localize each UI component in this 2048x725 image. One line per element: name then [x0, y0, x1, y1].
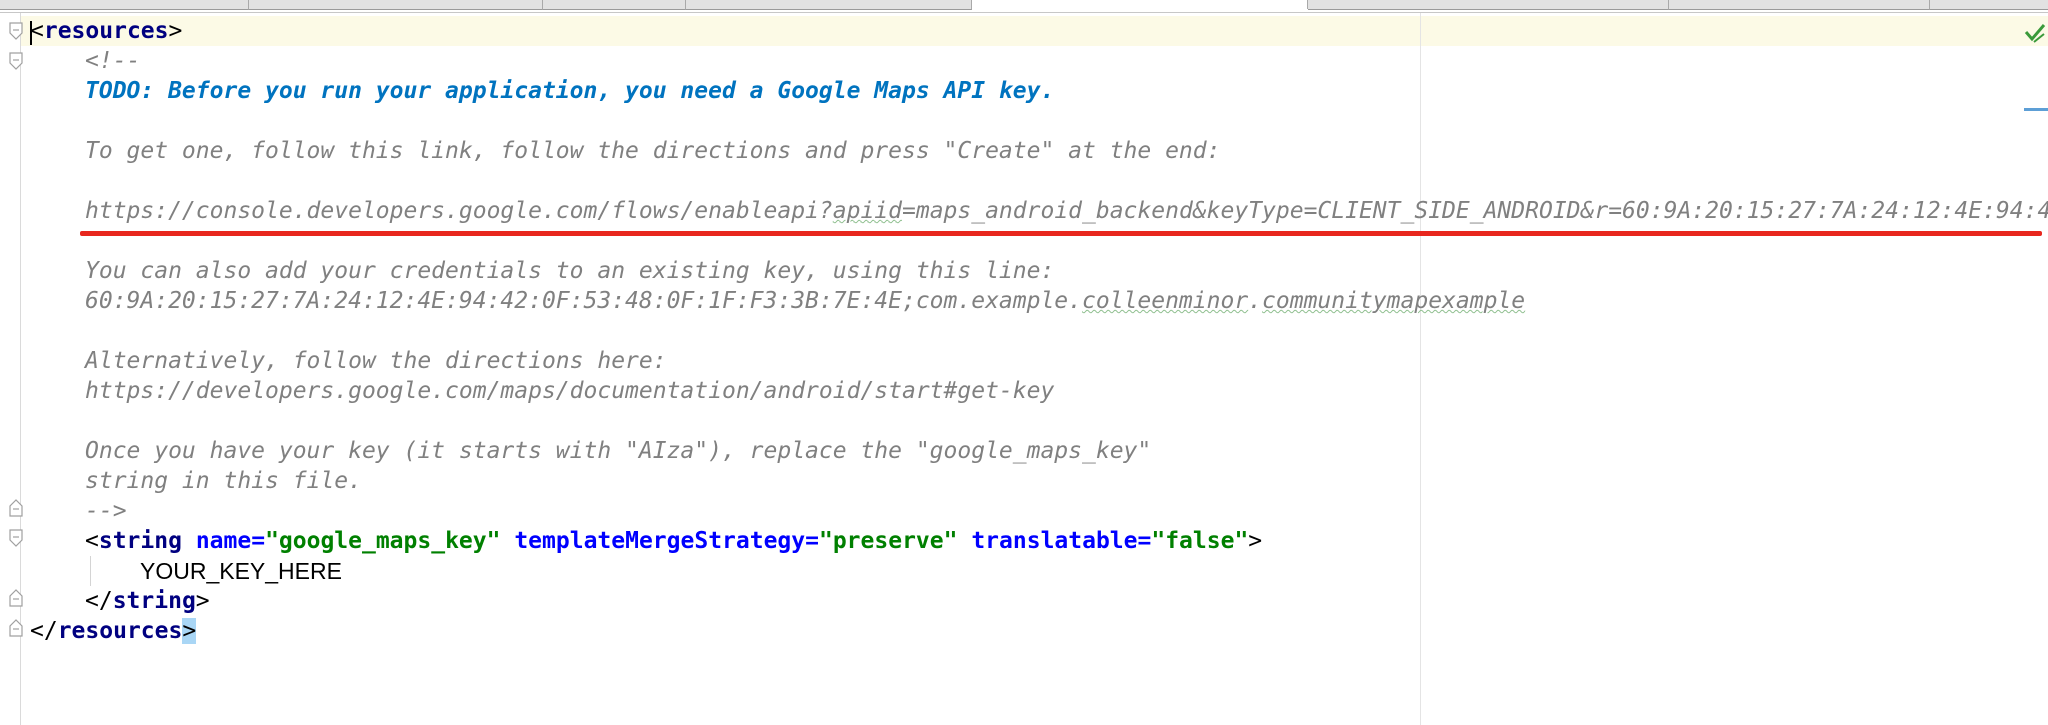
bracket: >	[168, 18, 183, 44]
spelling-flagged-text: apiid	[832, 198, 902, 224]
code-line[interactable]: <resources>	[30, 16, 182, 46]
fold-marker-icon[interactable]	[9, 589, 23, 607]
fold-marker-icon[interactable]	[9, 529, 23, 547]
bracket: <	[30, 18, 44, 44]
fold-marker-icon[interactable]	[9, 499, 23, 517]
code-line-url[interactable]: https://console.developers.google.com/fl…	[85, 196, 2048, 226]
bracket: </	[85, 588, 113, 614]
attribute-equals: =	[1137, 528, 1152, 554]
tag-name: string	[112, 588, 196, 614]
check-icon[interactable]	[2024, 22, 2046, 46]
tag-name: resources	[43, 18, 169, 44]
editor-tab[interactable]	[543, 0, 686, 10]
code-line[interactable]: </resources>	[30, 616, 197, 646]
code-line[interactable]: To get one, follow this link, follow the…	[85, 136, 1220, 166]
bracket: <	[85, 528, 99, 554]
url-text: https://console.developers.google.com/fl…	[85, 198, 833, 224]
code-line[interactable]: Once you have your key (it starts with "…	[85, 436, 1151, 466]
editor-tab[interactable]	[0, 0, 249, 10]
url-text: =maps_android_backend&keyType=CLIENT_SID…	[902, 198, 2048, 224]
editor-tab[interactable]	[249, 0, 543, 10]
code-line[interactable]: You can also add your credentials to an …	[85, 256, 1054, 286]
right-margin-guide	[1420, 13, 1421, 725]
spelling-flagged-text: communitymapexample	[1262, 288, 1526, 314]
dot: .	[1248, 288, 1263, 314]
editor-tab-active[interactable]	[972, 0, 1308, 9]
code-line[interactable]: </string>	[85, 586, 210, 616]
attribute-name: name	[195, 528, 252, 554]
fold-marker-icon[interactable]	[9, 22, 23, 40]
code-line-string-tag[interactable]: <string name="google_maps_key" templateM…	[85, 526, 1262, 556]
code-line[interactable]: Alternatively, follow the directions her…	[85, 346, 667, 376]
credential-text: 60:9A:20:15:27:7A:24:12:4E:94:42:0F:53:4…	[85, 288, 1082, 314]
attribute-value: "preserve"	[818, 528, 958, 554]
code-line[interactable]: string in this file.	[85, 466, 362, 496]
attribute-name: translatable	[971, 528, 1138, 554]
tag-name: string	[98, 528, 182, 554]
editor-tab[interactable]	[1308, 0, 1669, 10]
bracket: >	[195, 588, 210, 614]
matched-bracket: >	[182, 618, 197, 644]
code-line[interactable]: https://developers.google.com/maps/docum…	[85, 376, 1054, 406]
editor-tab[interactable]	[1930, 0, 2048, 10]
todo-comment-line[interactable]: TODO: Before you run your application, y…	[85, 76, 1054, 106]
attribute-equals: =	[251, 528, 266, 554]
attribute-equals: =	[805, 528, 819, 554]
fold-marker-icon[interactable]	[9, 52, 23, 70]
current-line-highlight	[21, 16, 2048, 46]
bracket: </	[30, 618, 58, 644]
attribute-value: "false"	[1151, 528, 1249, 554]
attribute-name: templateMergeStrategy	[514, 528, 806, 554]
spelling-flagged-text: colleenminor	[1082, 288, 1249, 314]
fold-marker-icon[interactable]	[9, 619, 23, 637]
editor-tab-strip	[0, 0, 2048, 13]
code-line[interactable]: -->	[85, 496, 127, 526]
attribute-value: "google_maps_key"	[265, 528, 501, 554]
indent-guide	[90, 556, 91, 586]
bracket: >	[1248, 528, 1263, 554]
code-line[interactable]: <!--	[85, 46, 140, 76]
annotation-underline	[80, 231, 2042, 236]
code-line[interactable]: 60:9A:20:15:27:7A:24:12:4E:94:42:0F:53:4…	[85, 286, 1525, 316]
code-line-value[interactable]: YOUR_KEY_HERE	[140, 556, 342, 586]
editor-tab[interactable]	[1669, 0, 1930, 10]
error-stripe-marker[interactable]	[2024, 108, 2048, 111]
editor-tab[interactable]	[686, 0, 972, 10]
tag-name: resources	[57, 618, 183, 644]
